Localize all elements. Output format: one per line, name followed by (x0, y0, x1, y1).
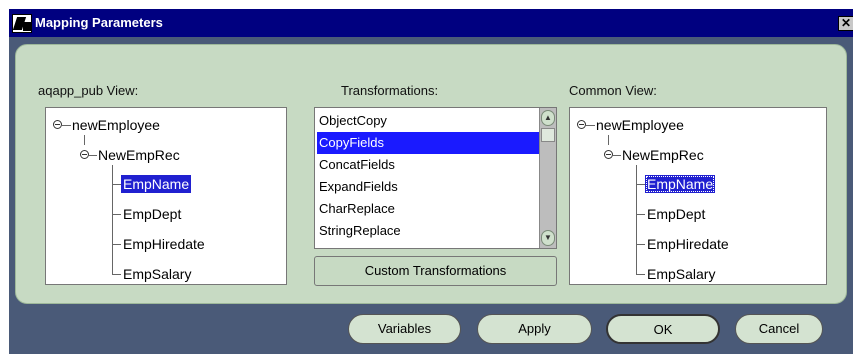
transformations-list[interactable]: ObjectCopy CopyFields ConcatFields Expan… (314, 107, 557, 249)
apply-button[interactable]: Apply (477, 314, 592, 344)
tree-node-field[interactable]: EmpSalary (123, 265, 191, 283)
scroll-up-icon[interactable]: ▲ (541, 110, 555, 126)
cancel-button[interactable]: Cancel (735, 314, 823, 344)
tree-node-field[interactable]: EmpDept (123, 205, 181, 223)
tree-node-field[interactable]: EmpHiredate (647, 235, 729, 253)
tree-node-record[interactable]: NewEmpRec (98, 146, 180, 164)
tree-node-record[interactable]: NewEmpRec (622, 146, 704, 164)
tree-node-field[interactable]: EmpDept (647, 205, 705, 223)
list-item[interactable]: StringReplace (317, 220, 539, 242)
tree-node-field[interactable]: EmpSalary (647, 265, 715, 283)
title-bar[interactable]: Mapping Parameters ✕ (9, 9, 853, 37)
transformations-label: Transformations: (341, 83, 439, 98)
tree-node-field-selected[interactable]: EmpName (121, 175, 192, 193)
common-view-tree[interactable]: newEmployee NewEmpRec EmpName EmpDept Em… (569, 107, 827, 285)
ok-button[interactable]: OK (606, 314, 720, 344)
common-view-label: Common View: (569, 83, 657, 98)
list-item[interactable]: ObjectCopy (317, 110, 539, 132)
dialog-title: Mapping Parameters (35, 15, 163, 30)
collapse-icon[interactable] (604, 150, 613, 159)
list-item[interactable]: ExpandFields (317, 176, 539, 198)
collapse-icon[interactable] (53, 120, 62, 129)
scroll-thumb[interactable] (541, 128, 555, 142)
scrollbar[interactable]: ▲ ▼ (539, 108, 556, 248)
source-view-label: aqapp_pub View: (38, 83, 139, 98)
list-item-selected[interactable]: CopyFields (317, 132, 539, 154)
list-item[interactable]: CharReplace (317, 198, 539, 220)
list-item[interactable]: ConcatFields (317, 154, 539, 176)
custom-transformations-button[interactable]: Custom Transformations (314, 256, 557, 286)
scroll-down-icon[interactable]: ▼ (541, 230, 555, 246)
close-icon[interactable]: ✕ (838, 16, 853, 31)
tree-node-root[interactable]: newEmployee (72, 116, 160, 134)
tree-node-field-selected[interactable]: EmpName (645, 175, 716, 193)
collapse-icon[interactable] (80, 150, 89, 159)
collapse-icon[interactable] (577, 120, 586, 129)
app-icon (12, 14, 32, 33)
source-view-tree[interactable]: newEmployee NewEmpRec EmpName EmpDept Em… (45, 107, 287, 285)
main-panel: aqapp_pub View: newEmployee NewEmpRec Em… (15, 44, 847, 304)
mapping-parameters-dialog: Mapping Parameters ✕ aqapp_pub View: new… (9, 9, 853, 354)
tree-node-field[interactable]: EmpHiredate (123, 235, 205, 253)
variables-button[interactable]: Variables (348, 314, 461, 344)
tree-node-root[interactable]: newEmployee (596, 116, 684, 134)
